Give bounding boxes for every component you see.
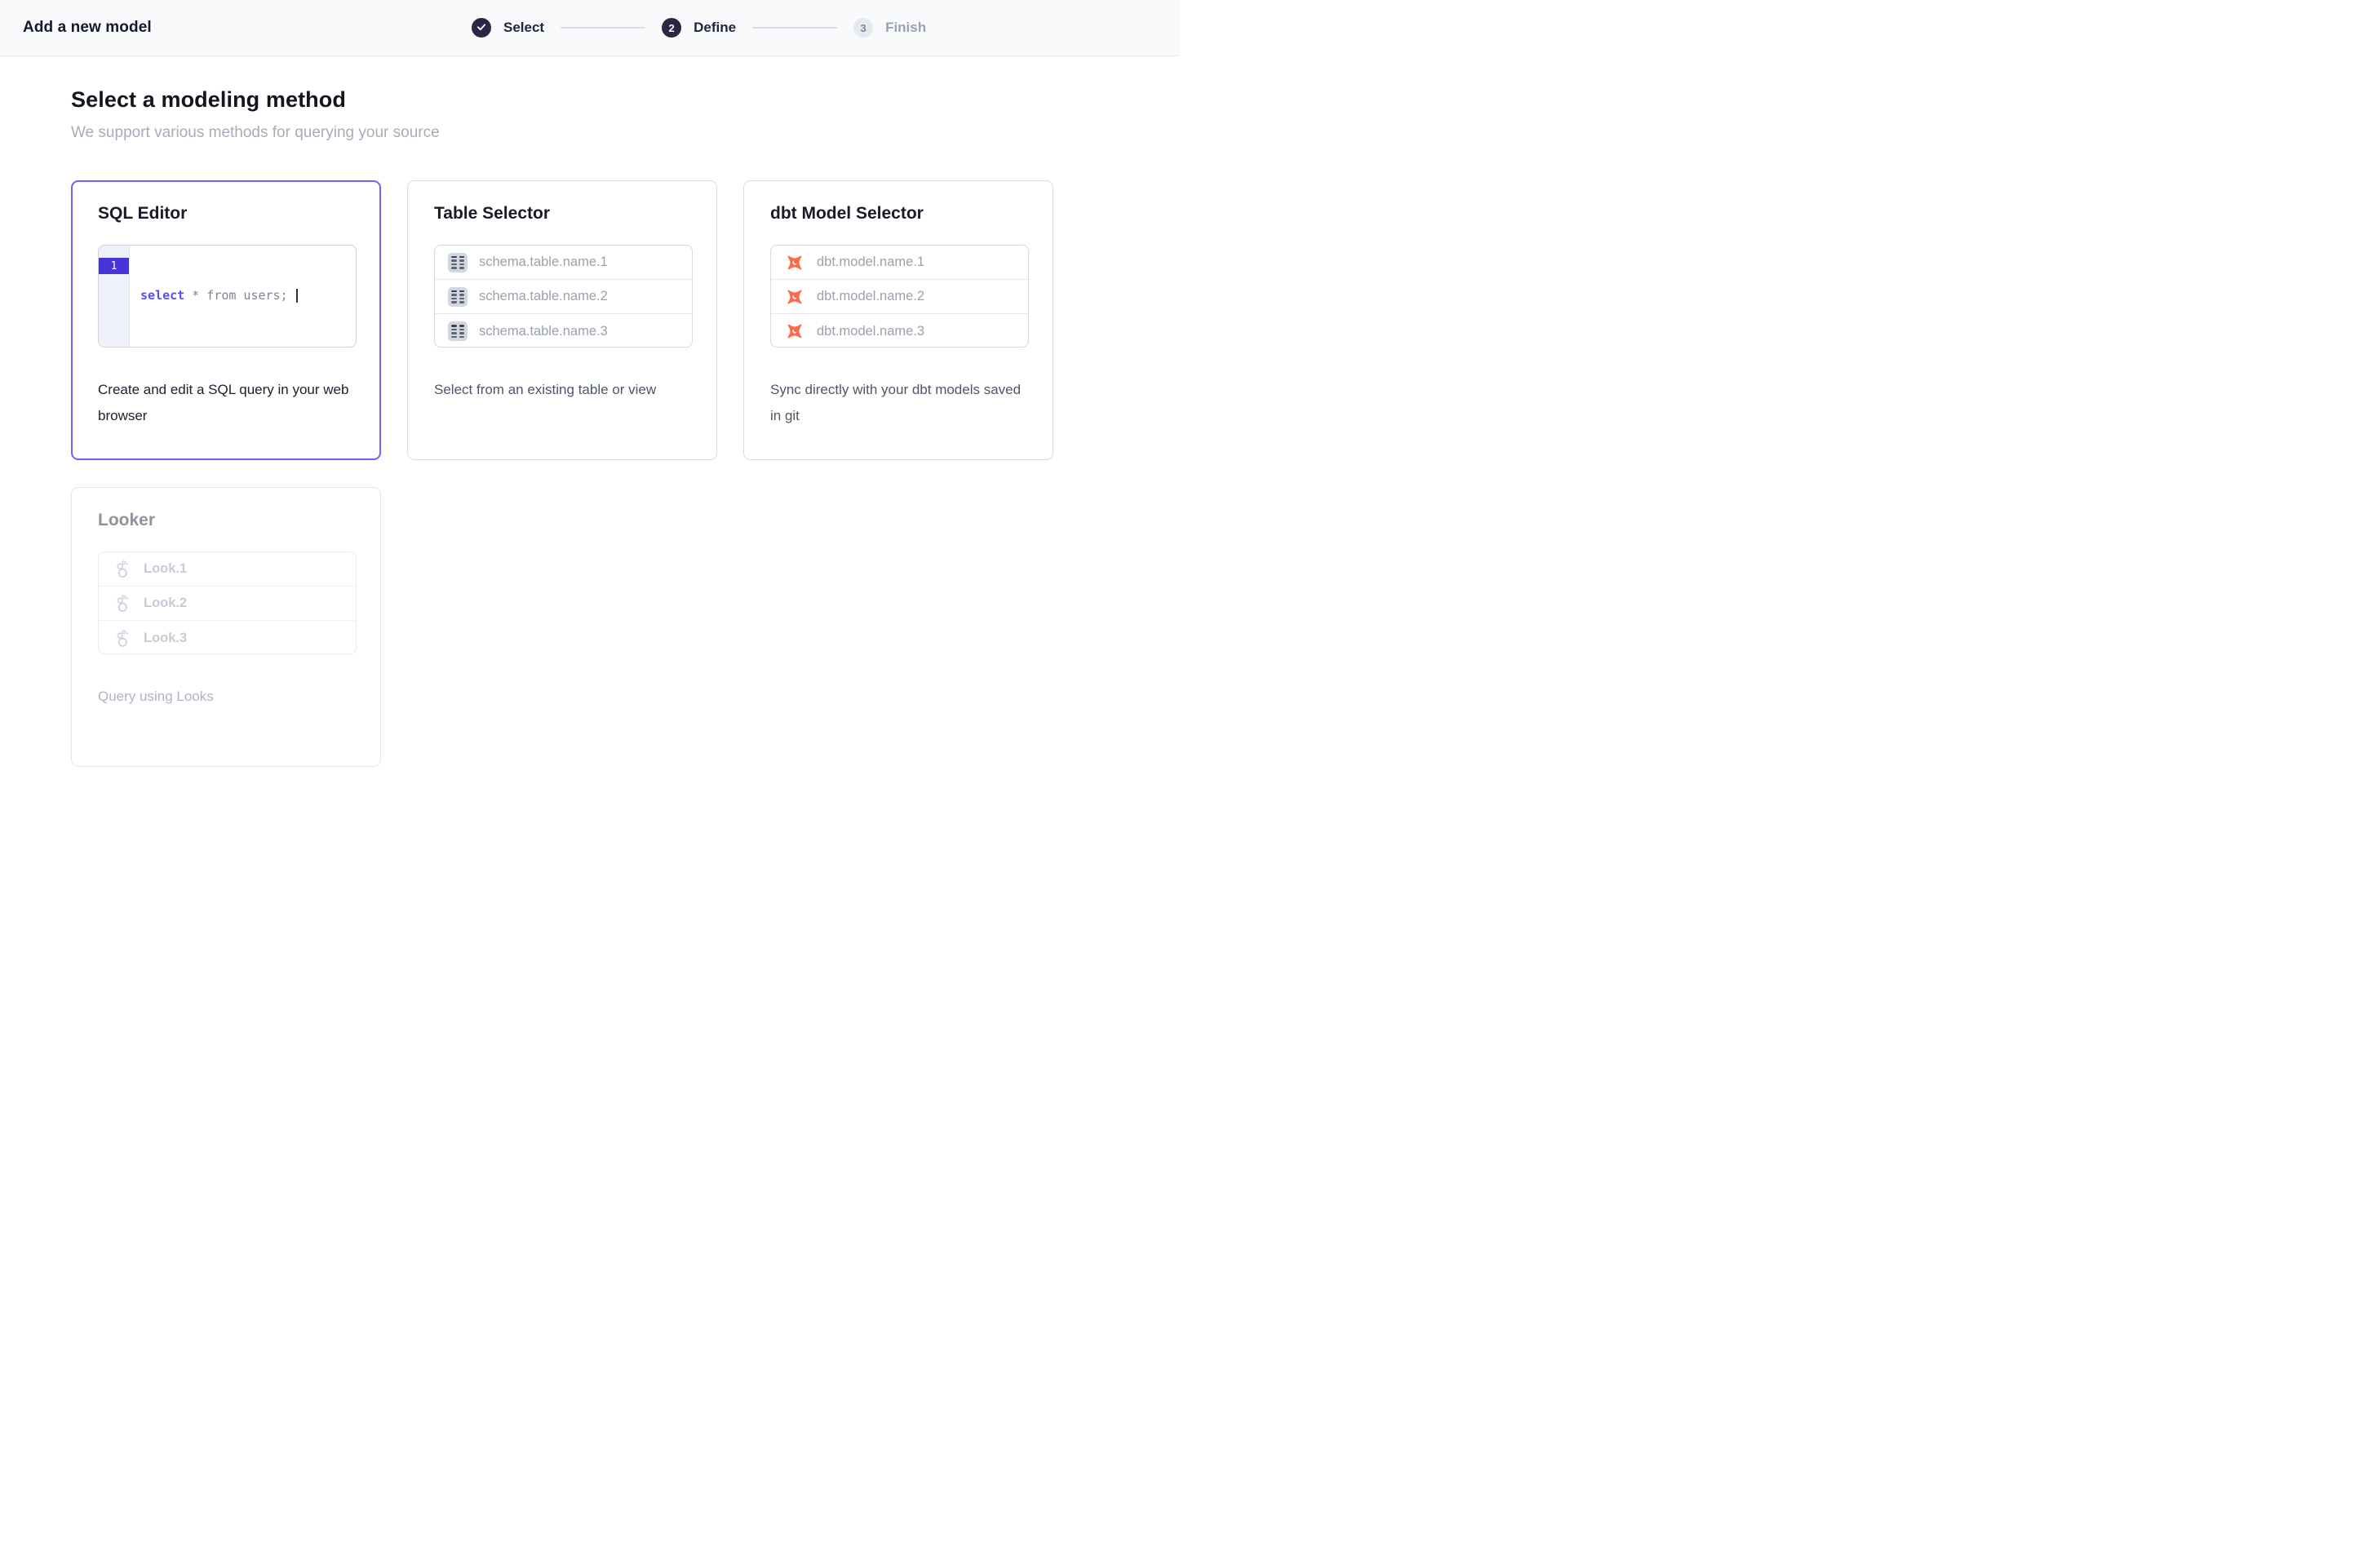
sql-keyword: select bbox=[140, 288, 184, 303]
dbt-list-item: dbt.model.name.3 bbox=[771, 314, 1028, 348]
sql-editor-gutter: 1 bbox=[99, 246, 130, 347]
step-connector bbox=[561, 27, 645, 29]
table-item-label: schema.table.name.3 bbox=[479, 324, 608, 339]
dbt-list-item: dbt.model.name.1 bbox=[771, 246, 1028, 280]
looker-item-label: Look.3 bbox=[144, 631, 187, 646]
stepper: Select 2 Define 3 Finish bbox=[472, 18, 926, 38]
card-table-selector-description: Select from an existing table or view bbox=[434, 377, 690, 403]
card-looker-description: Query using Looks bbox=[98, 684, 354, 710]
table-icon bbox=[448, 253, 468, 272]
dbt-item-label: dbt.model.name.1 bbox=[817, 255, 924, 270]
card-dbt-selector-title: dbt Model Selector bbox=[770, 204, 1026, 224]
card-looker[interactable]: Looker Look.1 bbox=[71, 487, 381, 767]
wizard-body: Select a modeling method We support vari… bbox=[0, 56, 1179, 767]
add-model-wizard: Add a new model Select 2 Define bbox=[0, 0, 1179, 767]
table-list-item: schema.table.name.1 bbox=[435, 246, 692, 280]
step-define[interactable]: 2 Define bbox=[662, 18, 736, 38]
sql-code-rest: * from users; bbox=[184, 288, 295, 303]
dbt-item-label: dbt.model.name.2 bbox=[817, 289, 924, 304]
looker-item-label: Look.1 bbox=[144, 561, 187, 577]
card-sql-editor[interactable]: SQL Editor 1 select * from users; Create… bbox=[71, 180, 381, 460]
step-select-circle bbox=[472, 18, 491, 38]
step-connector bbox=[752, 27, 837, 29]
step-select-label: Select bbox=[503, 20, 544, 36]
card-dbt-selector[interactable]: dbt Model Selector dbt.model.name.1 bbox=[743, 180, 1053, 460]
page-title: Select a modeling method bbox=[71, 87, 1179, 113]
table-list-preview: schema.table.name.1 schema.table.name.2 … bbox=[434, 245, 693, 348]
step-define-label: Define bbox=[694, 20, 736, 36]
card-sql-editor-description: Create and edit a SQL query in your web … bbox=[98, 377, 354, 430]
sql-code-area[interactable]: select * from users; bbox=[130, 246, 356, 347]
dbt-list-item: dbt.model.name.2 bbox=[771, 280, 1028, 314]
dbt-logo-icon bbox=[784, 252, 805, 273]
method-cards: SQL Editor 1 select * from users; Create… bbox=[71, 180, 1179, 767]
text-cursor bbox=[296, 289, 298, 303]
page-subtitle: We support various methods for querying … bbox=[71, 124, 1179, 142]
step-select[interactable]: Select bbox=[472, 18, 544, 38]
table-list-item: schema.table.name.2 bbox=[435, 280, 692, 314]
step-finish[interactable]: 3 Finish bbox=[853, 18, 926, 38]
looker-list-item: Look.1 bbox=[99, 552, 356, 587]
card-sql-editor-title: SQL Editor bbox=[98, 204, 354, 224]
step-finish-label: Finish bbox=[885, 20, 926, 36]
sql-code-line: select * from users; bbox=[140, 287, 356, 303]
looker-logo-icon bbox=[113, 629, 132, 648]
card-table-selector[interactable]: Table Selector schema.table.name.1 schem… bbox=[407, 180, 717, 460]
check-icon bbox=[476, 21, 487, 35]
sql-line-number: 1 bbox=[99, 258, 129, 274]
dbt-logo-icon bbox=[784, 321, 805, 342]
wizard-title: Add a new model bbox=[23, 19, 152, 37]
looker-list-preview: Look.1 Look.2 bbox=[98, 551, 357, 654]
dbt-list-preview: dbt.model.name.1 dbt.model.name.2 bbox=[770, 245, 1029, 348]
dbt-item-label: dbt.model.name.3 bbox=[817, 324, 924, 339]
step-define-circle: 2 bbox=[662, 18, 681, 38]
wizard-header: Add a new model Select 2 Define bbox=[0, 0, 1179, 56]
sql-editor-preview[interactable]: 1 select * from users; bbox=[98, 245, 357, 348]
step-finish-circle: 3 bbox=[853, 18, 873, 38]
table-item-label: schema.table.name.1 bbox=[479, 255, 608, 270]
dbt-logo-icon bbox=[784, 286, 805, 308]
table-icon bbox=[448, 287, 468, 307]
looker-logo-icon bbox=[113, 560, 132, 578]
card-dbt-selector-description: Sync directly with your dbt models saved… bbox=[770, 377, 1026, 430]
table-list-item: schema.table.name.3 bbox=[435, 314, 692, 348]
looker-list-item: Look.2 bbox=[99, 587, 356, 621]
card-looker-title: Looker bbox=[98, 511, 354, 530]
looker-list-item: Look.3 bbox=[99, 621, 356, 654]
looker-logo-icon bbox=[113, 594, 132, 613]
looker-item-label: Look.2 bbox=[144, 596, 187, 611]
card-table-selector-title: Table Selector bbox=[434, 204, 690, 224]
table-item-label: schema.table.name.2 bbox=[479, 289, 608, 304]
table-icon bbox=[448, 321, 468, 341]
